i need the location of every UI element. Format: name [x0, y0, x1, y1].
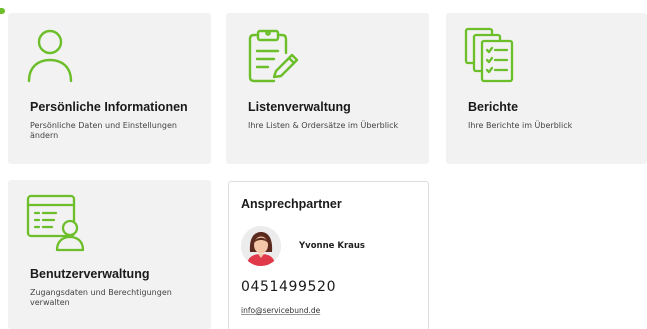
user-management-icon	[26, 194, 88, 259]
checklist-stack-icon	[464, 27, 524, 90]
tile-title: Listenverwaltung	[248, 100, 351, 114]
contact-email-link[interactable]: info@servicebund.de	[241, 306, 320, 315]
clipboard-edit-icon	[244, 27, 304, 90]
contact-name: Yvonne Kraus	[299, 241, 365, 251]
contact-avatar	[241, 226, 281, 266]
contact-phone[interactable]: 0451499520	[241, 279, 336, 295]
tile-subtitle: Persönliche Daten und Einstellungen ände…	[30, 121, 177, 140]
tile-list-management[interactable]: Listenverwaltung Ihre Listen & Ordersätz…	[226, 13, 429, 164]
tile-reports[interactable]: Berichte Ihre Berichte im Überblick	[446, 13, 647, 164]
tile-user-management[interactable]: Benutzerverwaltung Zugangsdaten und Bere…	[8, 180, 211, 329]
contact-card: Ansprechpartner Yvonne Kraus 0451499520 …	[228, 181, 429, 329]
corner-accent	[0, 8, 5, 14]
tile-subtitle: Ihre Berichte im Überblick	[468, 121, 573, 130]
tile-personal-information[interactable]: Persönliche Informationen Persönliche Da…	[8, 13, 211, 164]
tile-title: Persönliche Informationen	[30, 100, 188, 114]
tile-subtitle: Zugangsdaten und Berechtigungen verwalte…	[30, 288, 172, 307]
person-icon	[26, 27, 80, 90]
tile-title: Benutzerverwaltung	[30, 267, 150, 281]
tile-subtitle: Ihre Listen & Ordersätze im Überblick	[248, 121, 399, 130]
contact-title: Ansprechpartner	[241, 197, 342, 211]
tile-title: Berichte	[468, 100, 519, 114]
